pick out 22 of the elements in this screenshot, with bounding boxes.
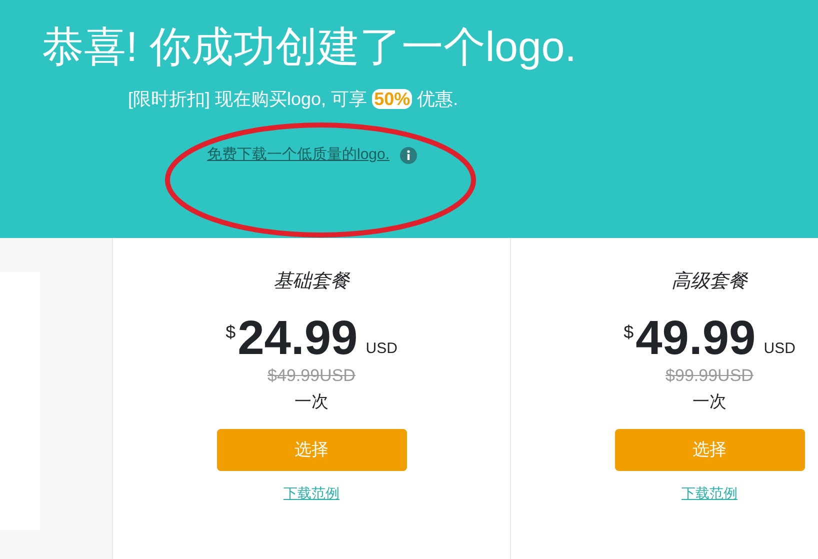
- page-title: 恭喜! 你成功创建了一个logo.: [41, 22, 578, 72]
- currency-symbol: $: [624, 320, 634, 344]
- billing-period: 一次: [692, 392, 726, 410]
- billing-period: 一次: [294, 392, 328, 410]
- download-sample-link[interactable]: 下载范例: [682, 482, 738, 504]
- currency-unit: USD: [366, 339, 398, 359]
- free-download-link[interactable]: 免费下载一个低质量的logo.: [207, 144, 390, 167]
- price: 49.99: [636, 314, 756, 362]
- plan-name: 高级套餐: [670, 270, 750, 294]
- promo-text: [限时折扣] 现在购买logo, 可享: [128, 89, 368, 110]
- info-icon[interactable]: [400, 147, 417, 164]
- select-button[interactable]: 选择: [614, 428, 804, 470]
- select-button[interactable]: 选择: [216, 428, 406, 470]
- currency-symbol: $: [226, 320, 236, 344]
- discount-badge: 50%: [372, 89, 412, 110]
- original-price: $49.99USD: [268, 366, 356, 384]
- promo-text-end: 优惠.: [417, 89, 458, 110]
- original-price: $99.99USD: [666, 366, 754, 384]
- download-sample-link[interactable]: 下载范例: [284, 482, 340, 504]
- plan-name: 基础套餐: [272, 270, 352, 294]
- price: 24.99: [238, 314, 358, 362]
- currency-unit: USD: [764, 339, 796, 359]
